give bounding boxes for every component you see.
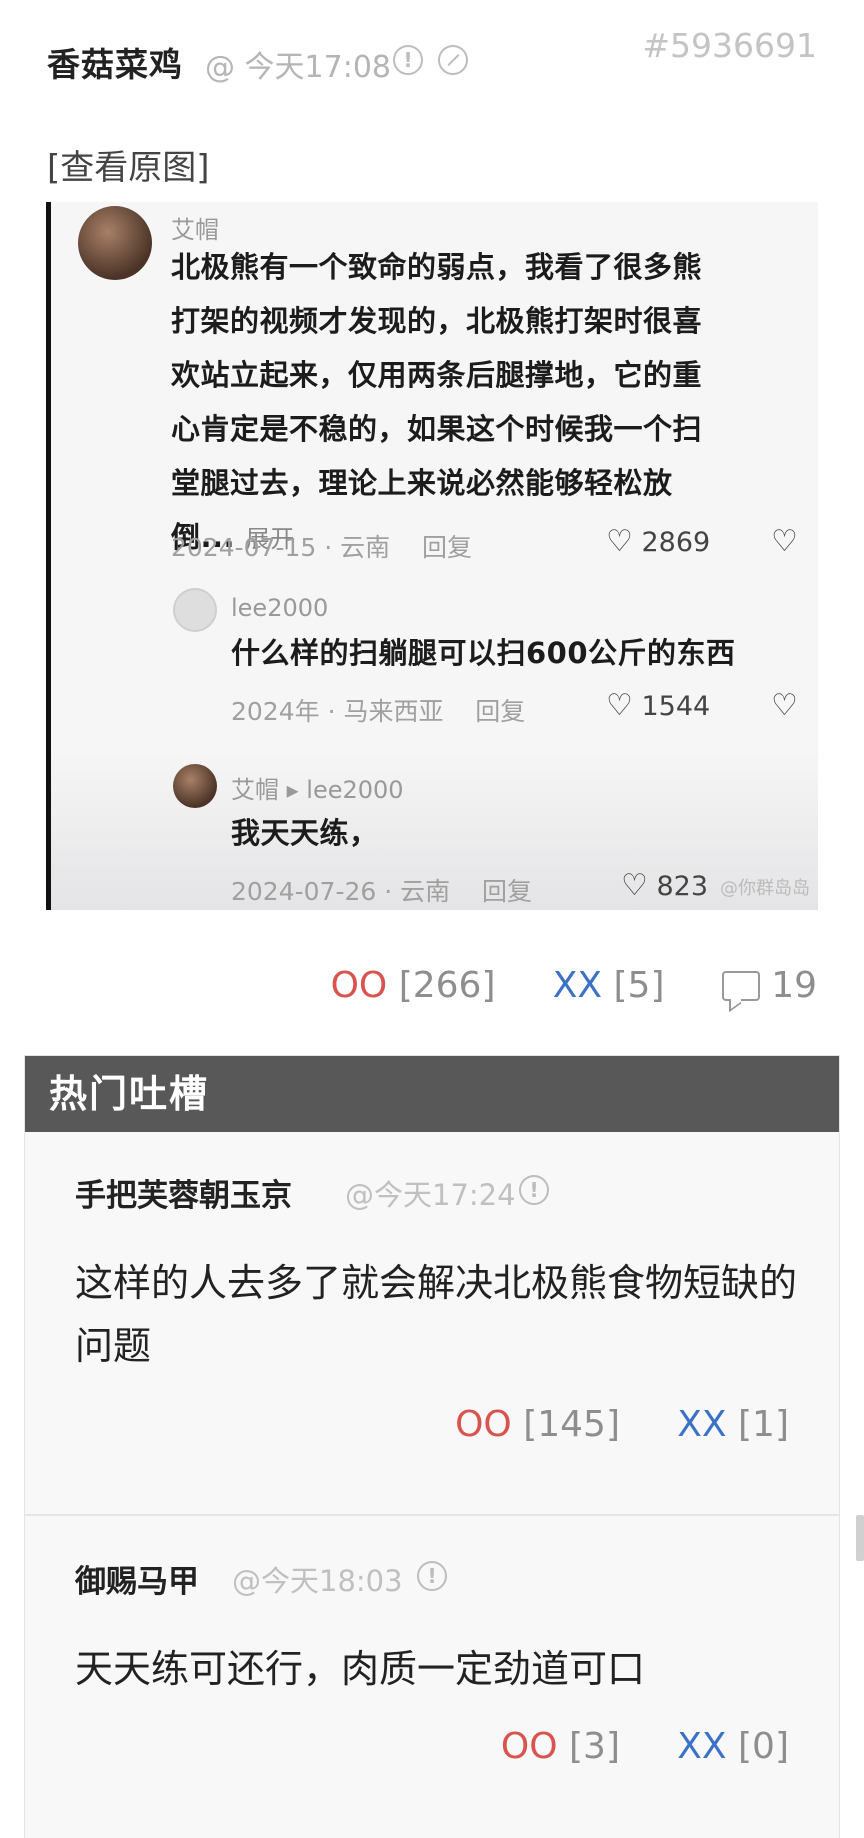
reply-avatar <box>173 588 217 632</box>
heart-icon: ♡ <box>621 868 648 903</box>
dislike-heart-icon: ♡ <box>771 524 798 559</box>
xx-vote-button[interactable]: XX [0] <box>677 1726 789 1767</box>
reply-avatar <box>173 764 217 808</box>
dislike-heart-icon: ♡ <box>771 688 798 723</box>
comment-meta: 2024-07-15 · 云南 回复 <box>171 533 472 562</box>
hot-comments-title: 热门吐槽 <box>25 1056 839 1132</box>
image-watermark: @你群岛岛 <box>720 878 810 899</box>
oo-vote-button[interactable]: OO [266] <box>331 965 496 1006</box>
hot-comment-item: 御赐马甲 @今天18:03 ! 天天练可还行，肉质一定劲道可口 OO [3] X… <box>25 1516 839 1838</box>
commenter-avatar <box>78 206 152 280</box>
oo-vote-button[interactable]: OO [145] <box>455 1404 620 1445</box>
exclamation-circle-icon[interactable]: ! <box>519 1175 549 1205</box>
exclamation-circle-icon[interactable]: ! <box>417 1561 447 1591</box>
comment-likes: ♡ 2869 <box>606 524 711 559</box>
reply-author: lee2000 <box>231 594 329 622</box>
reply-text: 我天天练， <box>231 816 379 850</box>
reply-author: 艾帽 ▸ lee2000 <box>231 776 404 804</box>
post-card: 香菇菜鸡 @ 今天17:08 ! #5936691 [查看原图] 艾帽 北极熊有… <box>0 0 864 1040</box>
quoted-screenshot-image[interactable]: 艾帽 北极熊有一个致命的弱点，我看了很多熊打架的视频才发现的，北极熊打架时很喜欢… <box>46 202 818 910</box>
view-original-link[interactable]: [查看原图] <box>47 140 210 189</box>
comment-text: 这样的人去多了就会解决北极熊食物短缺的问题 <box>75 1261 798 1368</box>
comment-author[interactable]: 手把芙蓉朝玉京 <box>75 1170 292 1215</box>
heart-icon: ♡ <box>606 524 633 559</box>
comment-author[interactable]: 御赐马甲 <box>75 1556 199 1601</box>
comment-bubble-icon <box>721 971 760 1001</box>
exclamation-circle-icon[interactable]: ! <box>393 45 423 75</box>
comment-text: 天天练可还行，肉质一定劲道可口 <box>75 1647 646 1691</box>
reply-meta: 2024-07-26 · 云南 回复 <box>231 877 532 906</box>
post-vote-bar: OO [266] XX [5] 19 <box>331 965 817 1009</box>
reply-likes: ♡ 823 <box>621 868 709 903</box>
scrollbar-thumb[interactable] <box>856 1515 864 1561</box>
xx-vote-button[interactable]: XX [1] <box>677 1404 789 1445</box>
comment-vote-bar: OO [3] XX [0] <box>501 1726 789 1767</box>
hot-comments-section: 热门吐槽 手把芙蓉朝玉京 @今天17:24 ! 这样的人去多了就会解决北极熊食物… <box>24 1055 840 1838</box>
comment-time: @今天17:24 <box>345 1178 516 1212</box>
heart-icon: ♡ <box>606 688 633 723</box>
post-time: @ 今天17:08 <box>205 50 391 85</box>
reply-meta: 2024年 · 马来西亚 回复 <box>231 697 526 726</box>
comment-time: @今天18:03 <box>232 1564 403 1598</box>
hot-comment-item: 手把芙蓉朝玉京 @今天17:24 ! 这样的人去多了就会解决北极熊食物短缺的问题… <box>25 1132 839 1570</box>
slash-circle-icon[interactable] <box>438 45 468 75</box>
post-id[interactable]: #5936691 <box>642 26 817 65</box>
comment-vote-bar: OO [145] XX [1] <box>455 1404 789 1445</box>
oo-vote-button[interactable]: OO [3] <box>501 1726 620 1767</box>
xx-vote-button[interactable]: XX [5] <box>553 965 665 1006</box>
post-author[interactable]: 香菇菜鸡 <box>47 38 183 86</box>
reply-likes: ♡ 1544 <box>606 688 711 723</box>
comments-button[interactable]: 19 <box>721 965 817 1006</box>
comment-text: 北极熊有一个致命的弱点，我看了很多熊打架的视频才发现的，北极熊打架时很喜欢站立起… <box>171 250 703 554</box>
reply-text: 什么样的扫躺腿可以扫600公斤的东西 <box>231 636 736 670</box>
